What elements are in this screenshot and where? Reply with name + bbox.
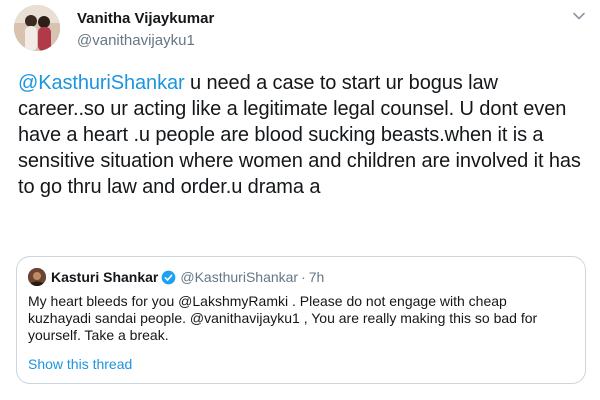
quoted-author-name: Kasturi Shankar — [51, 269, 159, 285]
show-thread-link[interactable]: Show this thread — [28, 356, 132, 372]
mention-link[interactable]: @KasthuriShankar — [18, 72, 185, 94]
verified-badge-icon — [162, 270, 176, 284]
avatar-photo-icon — [14, 5, 60, 51]
tweet-card: Vanitha Vijaykumar @vanithavijayku1 @Kas… — [0, 0, 600, 400]
author-avatar[interactable] — [14, 5, 60, 51]
tweet-text: @KasthuriShankar u need a case to start … — [18, 70, 590, 200]
author-info: Vanitha Vijaykumar @vanithavijayku1 — [77, 9, 214, 50]
quoted-author-handle: @KasthuriShankar — [180, 269, 299, 285]
author-display-name[interactable]: Vanitha Vijaykumar — [77, 9, 214, 28]
quoted-tweet-header: Kasturi Shankar @KasthuriShankar · 7h — [28, 267, 324, 287]
author-handle[interactable]: @vanithavijayku1 — [77, 31, 214, 50]
quoted-avatar-photo-icon — [28, 268, 46, 286]
separator-dot: · — [301, 269, 306, 285]
quoted-tweet-text: My heart bleeds for you @LakshmyRamki . … — [28, 293, 538, 343]
quoted-timestamp[interactable]: 7h — [309, 269, 325, 285]
quoted-tweet[interactable]: Kasturi Shankar @KasthuriShankar · 7h My… — [16, 256, 586, 384]
chevron-down-icon[interactable] — [572, 9, 586, 23]
quoted-author-avatar — [28, 268, 46, 286]
